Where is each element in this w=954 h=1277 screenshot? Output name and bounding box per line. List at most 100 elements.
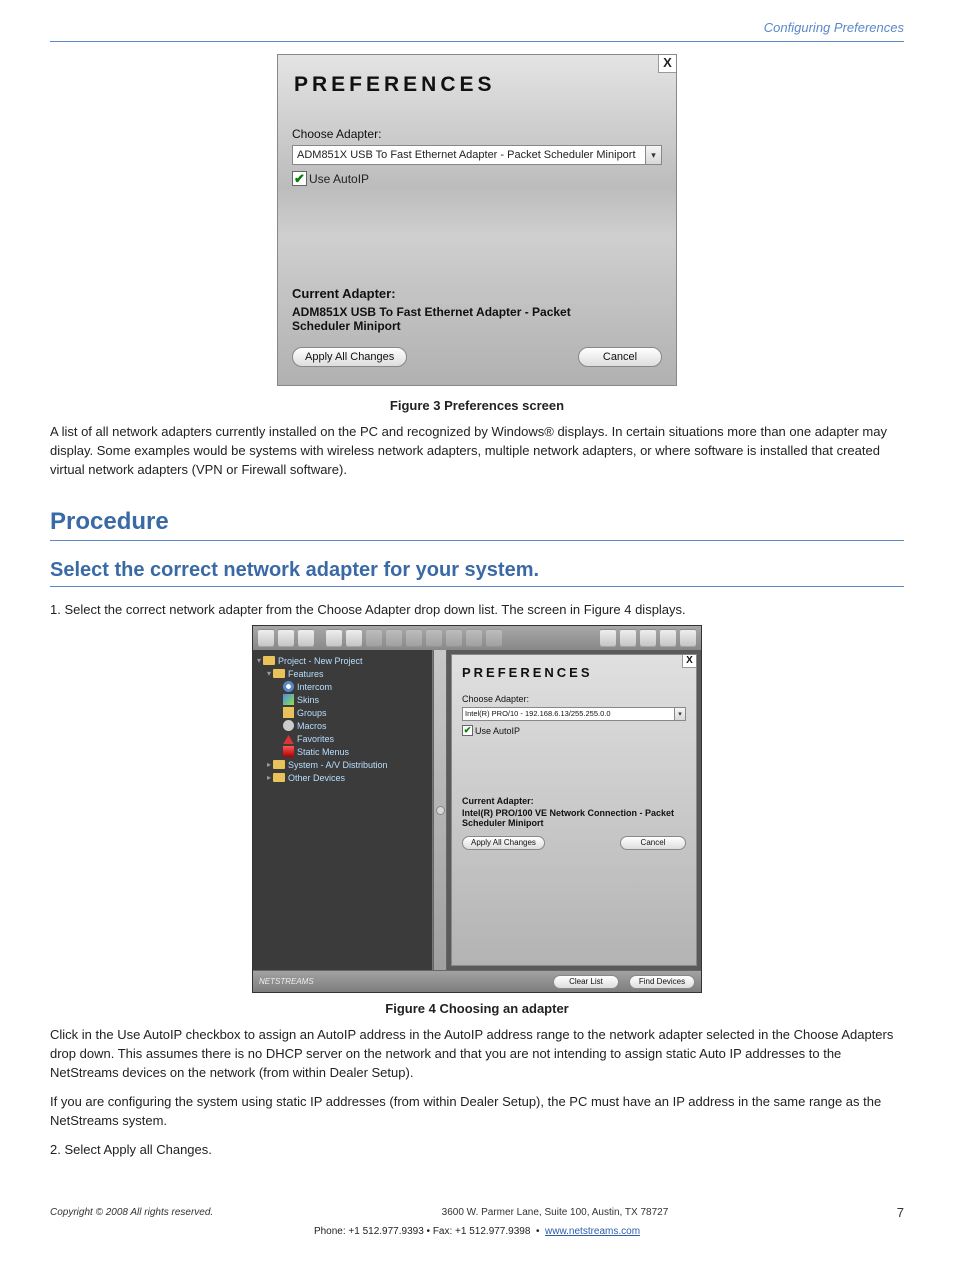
clear-list-button[interactable]: Clear List (553, 975, 619, 989)
tree-item-macros[interactable]: Macros (297, 721, 327, 731)
application-window: ▾ Project - New Project ▾ Features Interco… (252, 625, 702, 993)
use-autoip-label: Use AutoIP (475, 726, 520, 736)
skins-icon (283, 694, 294, 705)
toolbar-button-disabled (405, 629, 423, 647)
page-number: 7 (897, 1205, 904, 1220)
toolbar-new-button[interactable] (257, 629, 275, 647)
tree-item-system[interactable]: System - A/V Distribution (288, 760, 388, 770)
choose-adapter-label: Choose Adapter: (292, 127, 662, 141)
toolbar (253, 626, 701, 650)
dialog-title: PREFERENCES (278, 55, 676, 127)
tree-item-project[interactable]: Project - New Project (278, 656, 363, 666)
adapter-select[interactable]: Intel(R) PRO/10 - 192.168.6.13/255.255.0… (462, 707, 675, 721)
preferences-dialog-small: X PREFERENCES Choose Adapter: Intel(R) P… (451, 654, 697, 966)
figure1-caption: Figure 3 Preferences screen (50, 398, 904, 413)
toolbar-button[interactable] (325, 629, 343, 647)
cancel-button[interactable]: Cancel (620, 836, 686, 850)
footer-copyright: Copyright © 2008 All rights reserved. (50, 1207, 213, 1218)
splitter-handle[interactable] (433, 650, 447, 970)
tree-item-groups[interactable]: Groups (297, 708, 327, 718)
folder-icon (273, 760, 285, 769)
toolbar-button-disabled (425, 629, 443, 647)
tree-item-skins[interactable]: Skins (297, 695, 319, 705)
tree-expand-icon[interactable]: ▾ (265, 669, 273, 678)
current-adapter-value: Intel(R) PRO/100 VE Network Connection -… (462, 808, 682, 828)
toolbar-button[interactable] (345, 629, 363, 647)
tree-item-static-menus[interactable]: Static Menus (297, 747, 349, 757)
adapter-select-dropdown-button[interactable]: ▾ (646, 145, 662, 165)
dialog-title: PREFERENCES (452, 655, 696, 694)
footer-phone: Phone: +1 512.977.9393 • Fax: +1 512.977… (314, 1226, 530, 1237)
autoip-paragraph: Click in the Use AutoIP checkbox to assi… (50, 1026, 904, 1083)
tree-expand-icon[interactable]: ▸ (265, 773, 273, 782)
find-devices-button[interactable]: Find Devices (629, 975, 695, 989)
toolbar-open-button[interactable] (277, 629, 295, 647)
toolbar-button-disabled (485, 629, 503, 647)
right-pane: X PREFERENCES Choose Adapter: Intel(R) P… (447, 650, 701, 970)
folder-icon (263, 656, 275, 665)
footer-address: 3600 W. Parmer Lane, Suite 100, Austin, … (442, 1207, 669, 1218)
status-bar: NETSTREAMS Clear List Find Devices (253, 970, 701, 992)
figure2-caption: Figure 4 Choosing an adapter (50, 1001, 904, 1016)
toolbar-group-edit (325, 629, 503, 647)
tree-item-features[interactable]: Features (288, 669, 324, 679)
groups-icon (283, 707, 294, 718)
tree-item-intercom[interactable]: Intercom (297, 682, 332, 692)
toolbar-button-disabled (465, 629, 483, 647)
apply-all-changes-button[interactable]: Apply All Changes (292, 347, 407, 367)
header-divider (50, 41, 904, 42)
tree-item-other-devices[interactable]: Other Devices (288, 773, 345, 783)
checkmark-icon: ✔ (464, 725, 472, 736)
chevron-down-icon: ▾ (651, 150, 656, 161)
current-adapter-heading: Current Adapter: (292, 286, 662, 301)
collapse-icon (436, 806, 445, 815)
close-button[interactable]: X (682, 655, 696, 668)
toolbar-help-button[interactable] (679, 629, 697, 647)
cancel-button[interactable]: Cancel (578, 347, 662, 367)
favorites-icon (283, 733, 294, 744)
step-1: 1. Select the correct network adapter fr… (50, 601, 904, 620)
chevron-down-icon: ▾ (678, 710, 682, 718)
adapter-select[interactable]: ADM851X USB To Fast Ethernet Adapter - P… (292, 145, 646, 165)
tree-item-favorites[interactable]: Favorites (297, 734, 334, 744)
folder-icon (273, 773, 285, 782)
static-ip-paragraph: If you are configuring the system using … (50, 1093, 904, 1131)
toolbar-group-right (599, 629, 697, 647)
procedure-subheading: Select the correct network adapter for y… (50, 559, 904, 582)
macros-icon (283, 720, 294, 731)
toolbar-save-button[interactable] (297, 629, 315, 647)
close-button[interactable]: X (658, 55, 676, 73)
step-2: 2. Select Apply all Changes. (50, 1141, 904, 1160)
static-menus-icon (283, 746, 294, 757)
adapter-select-dropdown-button[interactable]: ▾ (675, 707, 686, 721)
toolbar-button[interactable] (599, 629, 617, 647)
toolbar-button[interactable] (659, 629, 677, 647)
footer-link[interactable]: www.netstreams.com (545, 1226, 640, 1237)
current-adapter-value: ADM851X USB To Fast Ethernet Adapter - P… (292, 305, 612, 333)
tree-expand-icon[interactable]: ▸ (265, 760, 273, 769)
page-header: Configuring Preferences (50, 20, 904, 35)
use-autoip-label: Use AutoIP (309, 172, 369, 186)
preferences-dialog: X PREFERENCES Choose Adapter: ADM851X US… (277, 54, 677, 386)
intro-paragraph: A list of all network adapters currently… (50, 423, 904, 480)
toolbar-button-disabled (365, 629, 383, 647)
checkmark-icon: ✔ (294, 173, 305, 185)
project-tree[interactable]: ▾ Project - New Project ▾ Features Interco… (253, 650, 433, 970)
choose-adapter-label: Choose Adapter: (462, 694, 686, 704)
tree-expand-icon[interactable]: ▾ (255, 656, 263, 665)
apply-all-changes-button[interactable]: Apply All Changes (462, 836, 545, 850)
toolbar-button-disabled (385, 629, 403, 647)
procedure-divider (50, 540, 904, 541)
intercom-icon (283, 681, 294, 692)
use-autoip-checkbox[interactable]: ✔ (292, 171, 307, 186)
toolbar-button[interactable] (639, 629, 657, 647)
procedure-heading: Procedure (50, 508, 904, 536)
use-autoip-checkbox[interactable]: ✔ (462, 725, 473, 736)
toolbar-button-disabled (445, 629, 463, 647)
toolbar-button[interactable] (619, 629, 637, 647)
procedure-sub-divider (50, 586, 904, 587)
brand-logo: NETSTREAMS (259, 977, 314, 986)
folder-icon (273, 669, 285, 678)
toolbar-group-file (257, 629, 315, 647)
current-adapter-heading: Current Adapter: (462, 796, 686, 806)
